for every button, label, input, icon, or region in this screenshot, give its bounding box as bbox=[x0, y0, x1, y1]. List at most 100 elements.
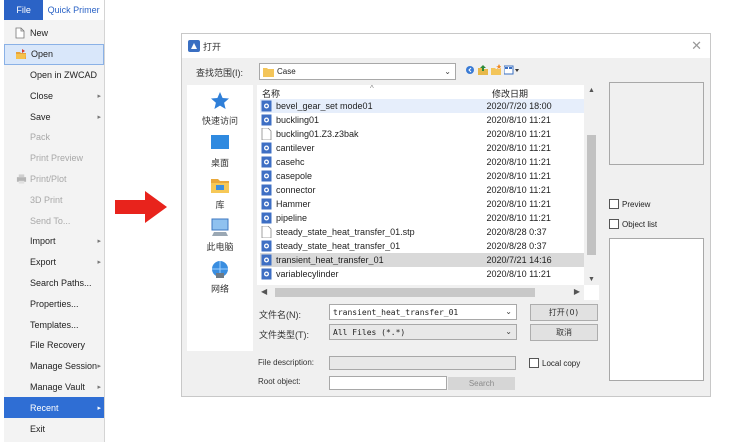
preview-checkbox[interactable] bbox=[609, 199, 619, 209]
menu-item-manage-session[interactable]: Manage Session ▸ bbox=[4, 356, 104, 377]
object-list-checkbox-row[interactable]: Object list bbox=[609, 219, 657, 229]
z3-file-icon bbox=[261, 254, 272, 266]
file-date: 2020/8/10 11:21 bbox=[486, 199, 551, 209]
file-row[interactable]: cantilever 2020/8/10 11:21 bbox=[260, 141, 584, 155]
file-row[interactable]: connector 2020/8/10 11:21 bbox=[260, 183, 584, 197]
close-icon[interactable]: ✕ bbox=[691, 38, 702, 54]
menu-item-properties[interactable]: Properties... bbox=[4, 293, 104, 314]
file-name: connector bbox=[276, 185, 316, 195]
menu-item-recent[interactable]: Recent ▸ bbox=[4, 397, 104, 419]
file-row[interactable]: bevel_gear_set mode01 2020/7/20 18:00 bbox=[260, 99, 584, 113]
tab-quick-primer[interactable]: Quick Primer bbox=[43, 0, 104, 20]
place-quick-access[interactable]: 快速访问 bbox=[187, 91, 253, 127]
file-row[interactable]: casehc 2020/8/10 11:21 bbox=[260, 155, 584, 169]
menu-item-export[interactable]: Export ▸ bbox=[4, 252, 104, 273]
vertical-scrollbar[interactable]: ▲ ▼ bbox=[584, 85, 599, 285]
file-name: bevel_gear_set mode01 bbox=[276, 101, 373, 111]
menu-item-close[interactable]: Close ▸ bbox=[4, 85, 104, 106]
z3-file-icon bbox=[261, 268, 272, 280]
menu-item-label: 3D Print bbox=[30, 194, 63, 205]
look-in-label: 查找范围(I): bbox=[196, 68, 243, 78]
preview-checkbox-row[interactable]: Preview bbox=[609, 199, 650, 209]
file-row[interactable]: Hammer 2020/8/10 11:21 bbox=[260, 197, 584, 211]
scroll-left-icon[interactable]: ◀ bbox=[261, 287, 267, 296]
menu-item-open-in-zwcad[interactable]: Open in ZWCAD bbox=[4, 65, 104, 86]
search-button[interactable]: Search bbox=[448, 377, 515, 390]
chevron-down-icon: ⌄ bbox=[444, 67, 451, 76]
menu-item-open[interactable]: Open bbox=[4, 43, 104, 65]
open-button[interactable]: 打开(O) bbox=[530, 304, 598, 321]
menu-item-import[interactable]: Import ▸ bbox=[4, 231, 104, 252]
horizontal-scrollbar[interactable]: ◀ ▶ bbox=[257, 285, 584, 300]
place-network[interactable]: 网络 bbox=[187, 259, 253, 295]
look-in-row: 查找范围(I): Case ⌄ bbox=[182, 63, 710, 81]
right-arrow-icon bbox=[115, 191, 167, 223]
menu-item-pack: Pack bbox=[4, 127, 104, 148]
dialog-titlebar: 打开 ✕ bbox=[182, 34, 710, 58]
z3-file-icon bbox=[261, 142, 272, 154]
up-folder-icon[interactable] bbox=[478, 64, 488, 76]
view-menu-icon[interactable] bbox=[504, 64, 520, 76]
chevron-down-icon: ⌄ bbox=[505, 307, 512, 316]
place-label: 此电脑 bbox=[206, 242, 234, 252]
place-label: 桌面 bbox=[210, 158, 229, 168]
place-this-pc[interactable]: 此电脑 bbox=[187, 217, 253, 253]
scroll-thumb[interactable] bbox=[587, 135, 596, 255]
file-description-field bbox=[329, 356, 516, 370]
place-library[interactable]: 库 bbox=[187, 175, 253, 211]
local-copy-checkbox[interactable] bbox=[529, 358, 539, 368]
file-row[interactable]: buckling01 2020/8/10 11:21 bbox=[260, 113, 584, 127]
scroll-thumb[interactable] bbox=[275, 288, 535, 297]
file-name: steady_state_heat_transfer_01 bbox=[276, 241, 401, 251]
menu-item-label: Open bbox=[31, 49, 54, 60]
cancel-button[interactable]: 取消 bbox=[530, 324, 598, 341]
file-name: casehc bbox=[276, 157, 305, 167]
preview-label: Preview bbox=[622, 199, 651, 209]
file-name: variablecylinder bbox=[276, 269, 339, 279]
document-icon bbox=[261, 128, 272, 140]
file-date: 2020/8/10 11:21 bbox=[486, 157, 551, 167]
menu-item-label: Import bbox=[30, 236, 56, 247]
chevron-down-icon: ⌄ bbox=[505, 327, 512, 336]
scroll-right-icon[interactable]: ▶ bbox=[574, 287, 580, 296]
menu-item-manage-vault[interactable]: Manage Vault ▸ bbox=[4, 377, 104, 398]
back-icon[interactable] bbox=[465, 64, 475, 76]
filename-label: 文件名(N): bbox=[259, 310, 301, 320]
file-row[interactable]: steady_state_heat_transfer_01.stp 2020/8/… bbox=[260, 225, 584, 239]
menu-item-search-paths[interactable]: Search Paths... bbox=[4, 273, 104, 294]
menu-item-new[interactable]: New bbox=[4, 23, 104, 44]
file-row[interactable]: variablecylinder 2020/8/10 11:21 bbox=[260, 267, 584, 281]
file-row[interactable]: buckling01.Z3.z3bak 2020/8/10 11:21 bbox=[260, 127, 584, 141]
filetype-dropdown[interactable]: All Files (*.*) ⌄ bbox=[329, 324, 517, 340]
scroll-up-icon[interactable]: ▲ bbox=[588, 87, 595, 94]
object-list-pane bbox=[609, 238, 704, 381]
menu-item-label: Templates... bbox=[30, 319, 79, 330]
menu-item-templates[interactable]: Templates... bbox=[4, 314, 104, 335]
scroll-down-icon[interactable]: ▼ bbox=[588, 276, 595, 283]
new-folder-icon[interactable] bbox=[491, 64, 501, 76]
object-list-label: Object list bbox=[622, 219, 658, 229]
place-label: 快速访问 bbox=[201, 116, 238, 126]
file-row[interactable]: transient_heat_transfer_01 2020/7/21 14:1… bbox=[260, 253, 584, 267]
z3-file-icon bbox=[261, 100, 272, 112]
file-row[interactable]: casepole 2020/8/10 11:21 bbox=[260, 169, 584, 183]
menu-item-label: Send To... bbox=[30, 215, 71, 226]
object-list-checkbox[interactable] bbox=[609, 219, 619, 229]
menu-item-exit[interactable]: Exit bbox=[4, 418, 104, 439]
menu-item-label: Open in ZWCAD bbox=[30, 69, 98, 80]
printer-icon bbox=[16, 173, 27, 184]
places-bar: 快速访问 桌面 库 此电脑 网络 bbox=[187, 85, 253, 351]
menu-item-label: Recent bbox=[30, 402, 59, 413]
filename-input[interactable]: transient_heat_transfer_01 ⌄ bbox=[329, 304, 517, 320]
root-object-input[interactable] bbox=[329, 376, 447, 390]
file-row[interactable]: pipeline 2020/8/10 11:21 bbox=[260, 211, 584, 225]
root-object-label: Root object: bbox=[258, 377, 301, 386]
menu-item-file-recovery[interactable]: File Recovery bbox=[4, 335, 104, 356]
submenu-arrow-icon: ▸ bbox=[97, 363, 101, 371]
file-row[interactable]: steady_state_heat_transfer_01 2020/8/28 0… bbox=[260, 239, 584, 253]
place-desktop[interactable]: 桌面 bbox=[187, 133, 253, 169]
tab-file[interactable]: File bbox=[4, 0, 44, 20]
look-in-dropdown[interactable]: Case ⌄ bbox=[259, 63, 456, 80]
local-copy-checkbox-row[interactable]: Local copy bbox=[529, 358, 580, 368]
menu-item-save[interactable]: Save ▸ bbox=[4, 106, 104, 127]
